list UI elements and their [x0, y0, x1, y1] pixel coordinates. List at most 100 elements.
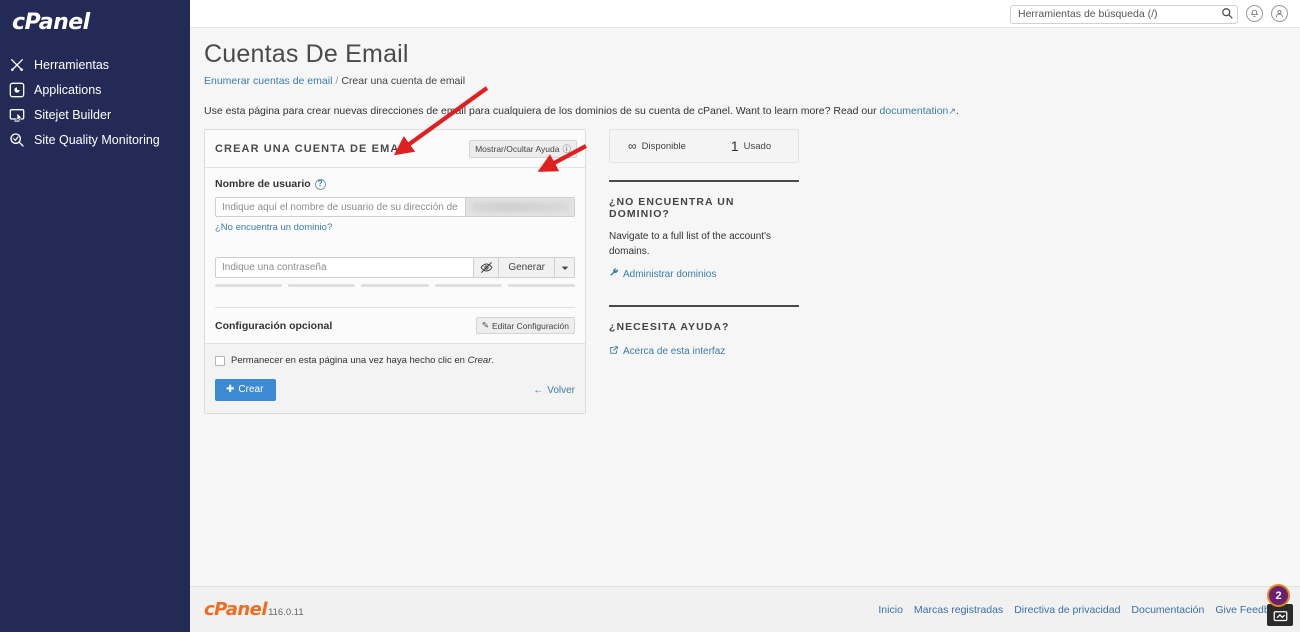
screenshot-widget[interactable]: 2 — [1255, 584, 1295, 628]
divider — [609, 180, 799, 182]
user-icon[interactable] — [1271, 5, 1288, 22]
footer-link-marcas-registradas[interactable]: Marcas registradas — [914, 604, 1003, 616]
used-stat: 1 Usado — [704, 130, 798, 162]
search-field-wrapper — [1010, 4, 1238, 24]
sidebar-item-applications[interactable]: Applications — [0, 77, 190, 102]
screenshot-icon[interactable] — [1267, 604, 1293, 626]
footer-links: Inicio Marcas registradas Directiva de p… — [878, 604, 1286, 616]
sidebar-item-site-quality-monitoring[interactable]: Site Quality Monitoring — [0, 127, 190, 152]
strength-segment — [434, 284, 502, 287]
arrow-left-icon: ← — [533, 384, 544, 396]
back-link[interactable]: ← Volver — [533, 385, 575, 396]
cpanel-app: cPanel Herramientas Applications Sitejet… — [0, 0, 1300, 632]
wrench-icon — [609, 268, 619, 281]
strength-segment — [507, 284, 576, 287]
username-help-icon[interactable]: ? — [314, 178, 326, 190]
username-row — [215, 197, 575, 217]
breadcrumb: Enumerar cuentas de email / Crear una cuen… — [190, 75, 1300, 87]
quota-stats: ∞ Disponible 1 Usado — [609, 129, 799, 163]
sidebar-item-sitejet-builder[interactable]: Sitejet Builder — [0, 102, 190, 127]
search-input[interactable] — [1010, 4, 1238, 24]
toggle-help-label: Mostrar/Ocultar Ayuda — [475, 144, 560, 154]
page-title: Cuentas De Email — [204, 40, 409, 68]
eye-slash-icon[interactable] — [473, 257, 499, 278]
question-circle-icon: ⓘ — [562, 144, 571, 154]
columns: CREAR UNA CUENTA DE EMAIL Mostrar/Oculta… — [190, 129, 1300, 414]
notification-count-badge[interactable]: 2 — [1267, 584, 1290, 607]
bell-icon[interactable] — [1246, 5, 1263, 22]
card-header: CREAR UNA CUENTA DE EMAIL Mostrar/Oculta… — [205, 130, 585, 168]
manage-domains-link[interactable]: Administrar dominios — [609, 268, 716, 281]
chevron-down-icon[interactable] — [554, 257, 575, 278]
stay-on-page-emphasis: Crear — [467, 355, 492, 366]
sidebar-brand[interactable]: cPanel — [0, 0, 190, 42]
create-button[interactable]: ✚ Crear — [215, 379, 277, 401]
intro-text: Use esta página para crear nuevas direcc… — [204, 105, 877, 117]
no-domain-link[interactable]: ¿No encuentra un dominio? — [215, 222, 332, 233]
sidebar-item-label: Herramientas — [34, 57, 110, 72]
external-link-icon: ↗︎ — [948, 106, 956, 116]
search-icon[interactable] — [1221, 7, 1233, 19]
password-strength-meter — [215, 284, 576, 287]
page-intro: Use esta página para crear nuevas direcc… — [190, 105, 1300, 117]
generate-password-label: Generar — [508, 262, 545, 273]
intro-tail: . — [955, 105, 959, 117]
sitejet-builder-icon — [8, 106, 25, 123]
strength-segment — [288, 284, 356, 287]
edit-settings-button[interactable]: ✎ Editar Configuración — [475, 317, 575, 334]
sidebar-item-label: Sitejet Builder — [34, 107, 112, 122]
footer-actions: ✚ Crear ← Volver — [215, 379, 575, 401]
sidebar-item-label: Applications — [34, 82, 102, 97]
breadcrumb-separator: / — [335, 75, 339, 87]
domain-select-blurred-value — [471, 202, 569, 212]
applications-icon — [8, 81, 25, 98]
password-row: Generar — [215, 257, 575, 278]
plus-icon: ✚ — [226, 384, 235, 395]
toggle-help-button[interactable]: Mostrar/Ocultar Ayuda ⓘ — [469, 140, 577, 158]
external-link-icon — [609, 345, 619, 358]
tools-icon — [8, 56, 25, 73]
generate-password-button[interactable]: Generar — [498, 257, 554, 278]
footer-link-directiva-de-privacidad[interactable]: Directiva de privacidad — [1014, 604, 1120, 616]
username-input[interactable] — [215, 197, 465, 217]
used-value: 1 — [730, 138, 739, 154]
optional-settings-row: Configuración opcional ✎ Editar Configur… — [215, 307, 575, 343]
back-link-label: Volver — [547, 384, 575, 396]
stay-on-page-row[interactable]: Permanecer en esta página una vez haya h… — [215, 355, 575, 366]
password-input[interactable] — [215, 257, 474, 278]
footer-link-documentacion[interactable]: Documentación — [1131, 604, 1204, 616]
divider — [609, 305, 799, 307]
sidebar: cPanel Herramientas Applications Sitejet… — [0, 0, 190, 632]
infinity-icon: ∞ — [628, 139, 637, 153]
strength-segment — [215, 284, 283, 287]
breadcrumb-current: Crear una cuenta de email — [341, 75, 466, 87]
card-title: CREAR UNA CUENTA DE EMAIL — [215, 143, 412, 155]
card-body: Nombre de usuario ? ¿No encuentra un dom… — [205, 168, 585, 343]
sidebar-item-label: Site Quality Monitoring — [34, 132, 160, 147]
cpanel-footer-logo: cPanel — [204, 599, 268, 620]
about-interface-link[interactable]: Acerca de esta interfaz — [609, 345, 725, 358]
cpanel-logo: cPanel — [12, 10, 90, 35]
stay-on-page-checkbox[interactable] — [215, 355, 225, 366]
sidebar-item-herramientas[interactable]: Herramientas — [0, 52, 190, 77]
stay-on-page-label: Permanecer en esta página una vez haya h… — [231, 355, 494, 366]
stay-on-page-suffix: . — [491, 355, 495, 366]
used-label: Usado — [743, 140, 772, 152]
page-footer: cPanel116.0.11 Inicio Marcas registradas… — [190, 586, 1300, 632]
available-stat: ∞ Disponible — [610, 130, 704, 162]
footer-link-inicio[interactable]: Inicio — [878, 604, 903, 616]
stay-on-page-prefix: Permanecer en esta página una vez haya h… — [231, 355, 465, 366]
edit-settings-label: Editar Configuración — [491, 320, 569, 331]
domain-select[interactable] — [465, 197, 575, 217]
username-label: Nombre de usuario ? — [215, 178, 575, 190]
breadcrumb-link-list-email-accounts[interactable]: Enumerar cuentas de email — [204, 75, 332, 87]
right-panel: ∞ Disponible 1 Usado ¿NO ENCUENTRA UN DO… — [609, 129, 799, 414]
page-content: Cuentas De Email Enumerar cuentas de ema… — [190, 28, 1300, 414]
footer-brand: cPanel116.0.11 — [204, 599, 304, 620]
cpanel-version: 116.0.11 — [268, 607, 304, 618]
card-footer: Permanecer en esta página una vez haya h… — [205, 343, 585, 413]
strength-segment — [361, 284, 429, 287]
manage-domains-label: Administrar dominios — [623, 269, 717, 280]
help-section-title: ¿NECESITA AYUDA? — [609, 321, 730, 333]
documentation-link[interactable]: documentation — [880, 105, 949, 117]
